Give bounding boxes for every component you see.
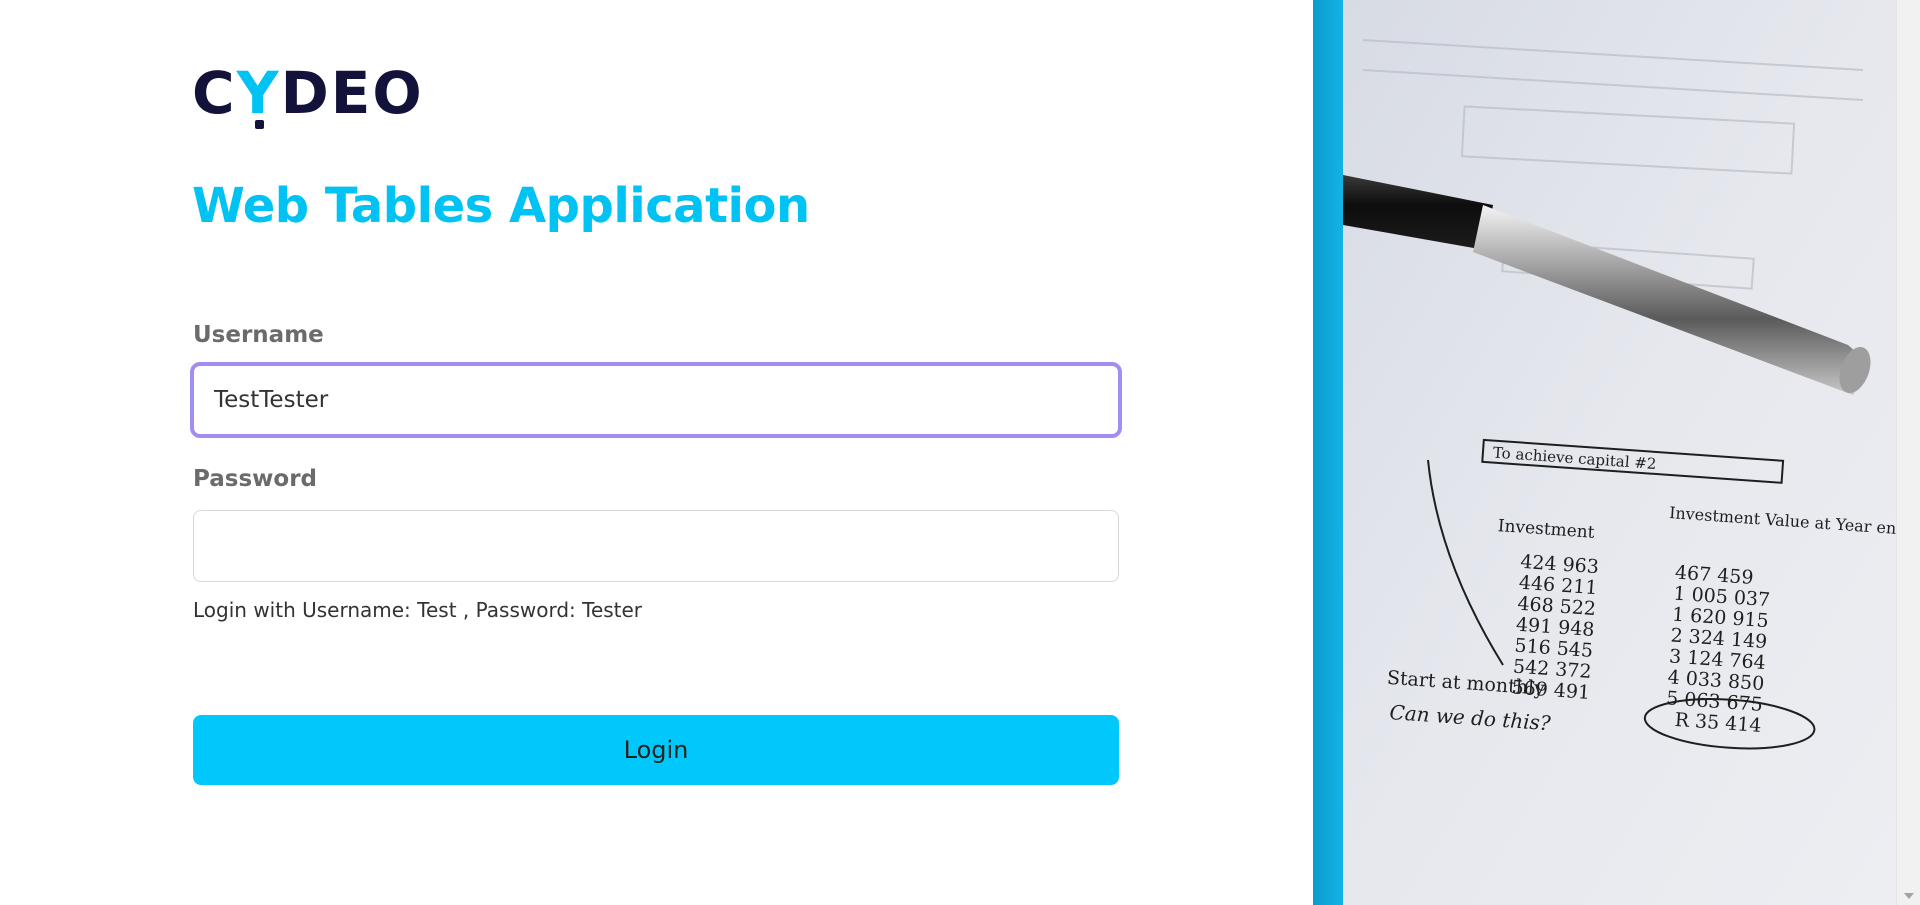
financial-document-photo: To achieve capital #2 Investment Investm… [1343,0,1896,905]
logo-text-pre: C [192,59,237,127]
login-hint: Login with Username: Test , Password: Te… [193,598,643,622]
login-panel: CYDEO Web Tables Application Username Pa… [0,0,1313,905]
logo-text-post: DEO [280,59,424,127]
username-label: Username [193,322,324,348]
logo-text-y: Y [236,59,281,127]
login-button[interactable]: Login [193,715,1119,785]
cydeo-logo: CYDEO [192,64,424,122]
page-scrollbar[interactable] [1896,0,1920,905]
scroll-down-arrow-icon[interactable] [1904,893,1914,899]
password-label: Password [193,466,317,492]
page-title: Web Tables Application [192,178,810,234]
password-input[interactable] [193,510,1119,582]
accent-strip [1313,0,1343,905]
username-input[interactable] [190,362,1122,438]
decorative-photo-panel: To achieve capital #2 Investment Investm… [1313,0,1920,905]
